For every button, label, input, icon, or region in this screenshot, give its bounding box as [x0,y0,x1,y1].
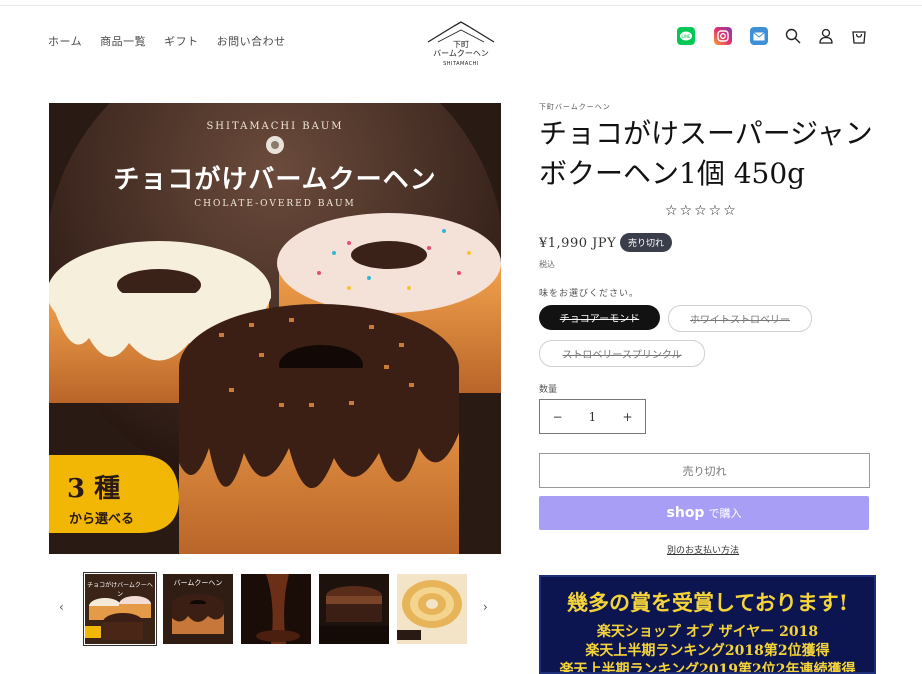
variant-strawberry-sprinkle[interactable]: ストロベリースプリンクル [539,340,705,367]
award-line-2018-shop: 楽天ショップ オブ ザイヤー 2018 [596,624,819,640]
cart-icon[interactable] [851,28,867,48]
account-icon[interactable] [818,28,834,48]
quantity-label: 数量 [539,385,558,395]
award-line-2018-rank: 楽天上半期ランキング2018第2位獲得 [585,643,830,659]
logo-name: 下町 バームクーヘン [433,40,489,58]
line-icon[interactable]: LINE [677,27,695,45]
top-divider [0,5,922,6]
tax-note: 税込 [539,260,555,269]
thumb-prev-arrow[interactable]: ‹ [59,600,64,614]
product-price: ¥1,990 JPY [539,236,617,251]
more-payment-options-link[interactable]: 別のお支払い方法 [667,543,739,556]
quantity-stepper: − 1 + [539,399,646,434]
nav-contact[interactable]: お問い合わせ [217,33,286,49]
thumbnail-5[interactable] [397,574,467,644]
award-banner: 幾多の賞を受賞しております! 楽天ショップ オブ ザイヤー 2018 楽天上半期… [539,575,876,674]
instagram-icon[interactable] [714,27,732,45]
hero-badge-big: 3 種 [67,474,121,504]
thumbnail-strip: ‹ チョコがけバームクーヘン バームクーヘン › [49,572,501,647]
nav-gift[interactable]: ギフト [164,33,199,49]
hero-subline: CHOLATE-OVERED BAUM [194,199,356,209]
rating-stars[interactable]: ☆☆☆☆☆ [665,203,738,219]
hero-badge-small: から選べる [69,512,135,527]
variant-label: 味をお選びください。 [539,289,640,299]
site-logo[interactable]: 下町 バームクーヘン SHITAMACHI [426,20,496,67]
variant-white-strawberry[interactable]: ホワイトストロベリー [668,305,812,332]
shop-pay-button[interactable]: shop で購入 [539,496,869,530]
shop-pay-label: で購入 [708,507,742,520]
mail-icon[interactable] [750,27,768,45]
nav-home[interactable]: ホーム [48,33,82,49]
quantity-decrease-button[interactable]: − [540,410,575,424]
variant-choco-almond[interactable]: チョコアーモンド [539,305,660,330]
logo-sub: SHITAMACHI [443,61,479,67]
hero-brand-en: SHITAMACHI BAUM [206,121,344,132]
hero-headline: チョコがけバームクーヘン [113,165,437,195]
search-icon[interactable] [785,28,801,48]
thumbnail-4[interactable] [319,574,389,644]
sold-out-badge: 売り切れ [620,233,673,252]
thumbnail-2[interactable]: バームクーヘン [163,574,233,644]
award-line-2019-rank: 楽天上半期ランキング2019第2位2年連続獲得 [559,662,856,674]
product-vendor: 下町バームクーヘン [539,103,611,111]
nav-products[interactable]: 商品一覧 [100,33,146,49]
product-main-image[interactable]: SHITAMACHI BAUM チョコがけバームクーヘン CHOLATE-OVE… [49,103,501,554]
shop-pay-logo: shop [666,505,705,521]
quantity-increase-button[interactable]: + [610,410,645,424]
thumbnail-3[interactable] [241,574,311,644]
quantity-input[interactable]: 1 [575,410,610,424]
main-nav: ホーム 商品一覧 ギフト お問い合わせ [48,33,286,49]
thumbnail-1-label: チョコがけバームクーヘン [87,582,153,598]
svg-text:LINE: LINE [682,34,691,39]
thumb-next-arrow[interactable]: › [483,600,488,614]
product-title: チョコがけスーパージャンボクーヘン1個 450g [539,117,873,190]
award-headline: 幾多の賞を受賞しております! [567,590,848,615]
sold-out-button[interactable]: 売り切れ [539,453,870,488]
thumbnail-2-label: バームクーヘン [173,579,223,587]
thumbnail-1[interactable]: チョコがけバームクーヘン [83,572,157,646]
